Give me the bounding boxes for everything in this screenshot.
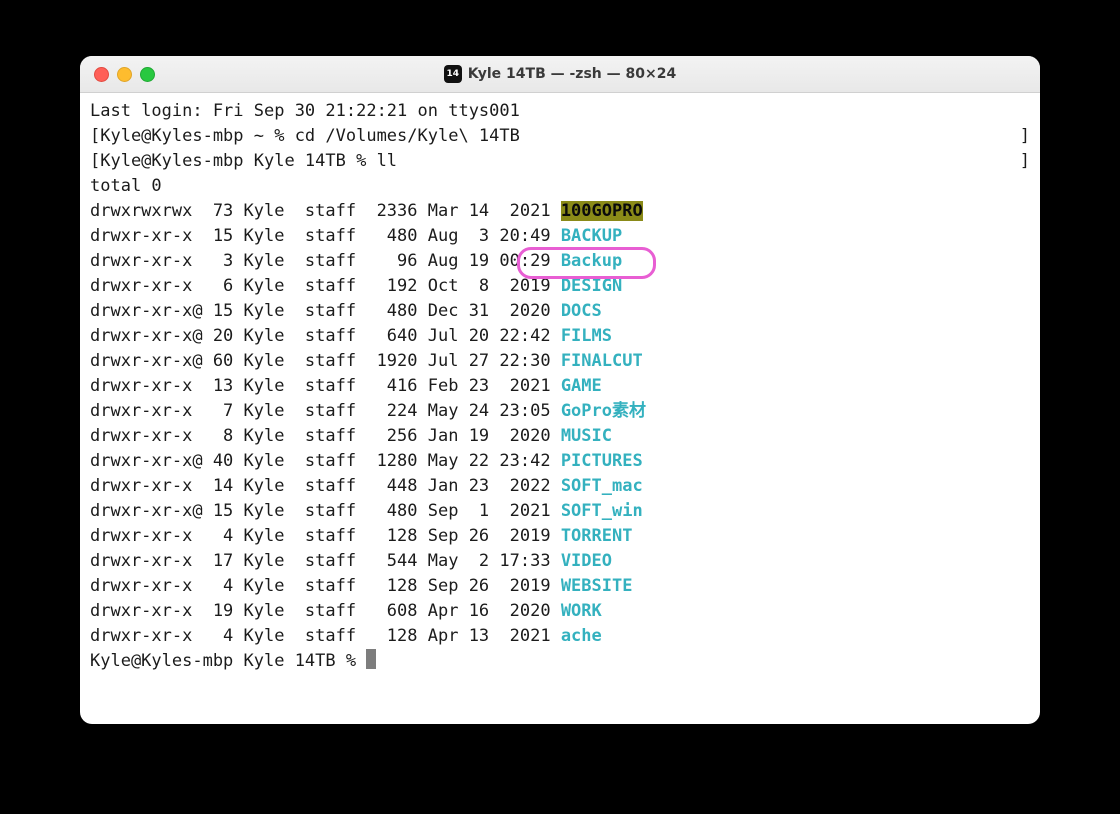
terminal-line: Last login: Fri Sep 30 21:22:21 on ttys0… <box>90 99 1030 124</box>
terminal-line: total 0 <box>90 174 1030 199</box>
listing-row: drwxr-xr-x 14 Kyle staff 448 Jan 23 2022… <box>90 474 1030 499</box>
listing-row: drwxr-xr-x 15 Kyle staff 480 Aug 3 20:49… <box>90 224 1030 249</box>
listing-row: drwxrwxrwx 73 Kyle staff 2336 Mar 14 202… <box>90 199 1030 224</box>
directory-name: 100GOPRO <box>561 201 643 221</box>
directory-name: MUSIC <box>561 426 612 446</box>
cursor <box>366 649 376 669</box>
directory-name: GAME <box>561 376 602 396</box>
directory-name: TORRENT <box>561 526 633 546</box>
title-text: Kyle 14TB — -zsh — 80×24 <box>468 66 676 82</box>
listing-row: drwxr-xr-x 6 Kyle staff 192 Oct 8 2019 D… <box>90 274 1030 299</box>
directory-name: SOFT_mac <box>561 476 643 496</box>
directory-name: FINALCUT <box>561 351 643 371</box>
listing-row: drwxr-xr-x 8 Kyle staff 256 Jan 19 2020 … <box>90 424 1030 449</box>
traffic-lights <box>94 67 155 82</box>
listing-row: drwxr-xr-x 13 Kyle staff 416 Feb 23 2021… <box>90 374 1030 399</box>
folder-icon: 14 <box>444 65 462 83</box>
listing-row: drwxr-xr-x 7 Kyle staff 224 May 24 23:05… <box>90 399 1030 424</box>
listing-row: drwxr-xr-x@ 60 Kyle staff 1920 Jul 27 22… <box>90 349 1030 374</box>
directory-name: ache <box>561 626 602 646</box>
terminal-window[interactable]: 14 Kyle 14TB — -zsh — 80×24 Last login: … <box>80 56 1040 724</box>
terminal-line: [Kyle@Kyles-mbp ~ % cd /Volumes/Kyle\ 14… <box>90 124 1030 149</box>
directory-name: DOCS <box>561 301 602 321</box>
directory-name: PICTURES <box>561 451 643 471</box>
directory-name: VIDEO <box>561 551 612 571</box>
listing-row: drwxr-xr-x@ 15 Kyle staff 480 Dec 31 202… <box>90 299 1030 324</box>
listing-row: drwxr-xr-x@ 20 Kyle staff 640 Jul 20 22:… <box>90 324 1030 349</box>
listing-row: drwxr-xr-x 17 Kyle staff 544 May 2 17:33… <box>90 549 1030 574</box>
terminal-body[interactable]: Last login: Fri Sep 30 21:22:21 on ttys0… <box>80 93 1040 684</box>
directory-name: DESIGN <box>561 276 622 296</box>
directory-name: FILMS <box>561 326 612 346</box>
directory-name: WORK <box>561 601 602 621</box>
listing-row: drwxr-xr-x 4 Kyle staff 128 Sep 26 2019 … <box>90 574 1030 599</box>
listing-row: drwxr-xr-x@ 40 Kyle staff 1280 May 22 23… <box>90 449 1030 474</box>
directory-name: Backup <box>561 251 622 271</box>
listing-row: drwxr-xr-x 4 Kyle staff 128 Apr 13 2021 … <box>90 624 1030 649</box>
close-icon[interactable] <box>94 67 109 82</box>
listing-row: drwxr-xr-x 19 Kyle staff 608 Apr 16 2020… <box>90 599 1030 624</box>
listing-row: drwxr-xr-x 3 Kyle staff 96 Aug 19 00:29 … <box>90 249 1030 274</box>
minimize-icon[interactable] <box>117 67 132 82</box>
terminal-line: [Kyle@Kyles-mbp Kyle 14TB % ll] <box>90 149 1030 174</box>
window-title: 14 Kyle 14TB — -zsh — 80×24 <box>444 65 676 83</box>
prompt-line: Kyle@Kyles-mbp Kyle 14TB % <box>90 649 1030 674</box>
directory-name: WEBSITE <box>561 576 633 596</box>
listing-row: drwxr-xr-x 4 Kyle staff 128 Sep 26 2019 … <box>90 524 1030 549</box>
directory-name: BACKUP <box>561 226 622 246</box>
listing-row: drwxr-xr-x@ 15 Kyle staff 480 Sep 1 2021… <box>90 499 1030 524</box>
directory-name: SOFT_win <box>561 501 643 521</box>
directory-name: GoPro素材 <box>561 401 646 421</box>
title-bar[interactable]: 14 Kyle 14TB — -zsh — 80×24 <box>80 56 1040 93</box>
zoom-icon[interactable] <box>140 67 155 82</box>
